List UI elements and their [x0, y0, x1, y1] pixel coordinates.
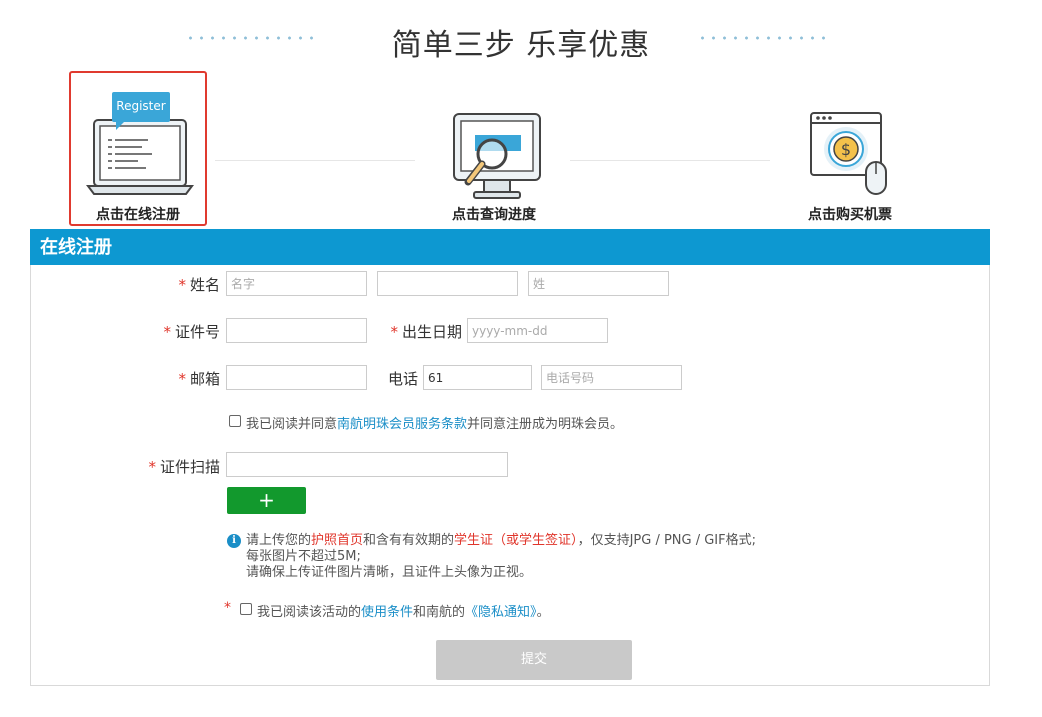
step-connector — [570, 160, 770, 161]
email-input[interactable] — [226, 365, 367, 390]
usage-terms-link[interactable]: 使用条件 — [361, 605, 413, 620]
agree-terms-checkbox[interactable] — [240, 603, 252, 615]
email-label: * 邮箱 — [178, 370, 220, 388]
birthdate-label: * 出生日期 — [390, 323, 462, 341]
country-code-input[interactable] — [423, 365, 532, 390]
id-number-input[interactable] — [226, 318, 367, 343]
step-label-query[interactable]: 点击查询进度 — [420, 204, 568, 224]
step-label-register: 点击在线注册 — [96, 207, 180, 223]
member-terms-link[interactable]: 南航明珠会员服务条款 — [337, 417, 467, 432]
phone-label: 电话 — [387, 370, 418, 388]
scan-file-field[interactable] — [226, 452, 508, 477]
register-badge: Register — [116, 99, 166, 113]
upload-instructions: 请上传您的护照首页和含有有效期的学生证（或学生签证），仅支持JPG / PNG … — [246, 533, 757, 580]
phone-input[interactable] — [541, 365, 682, 390]
svg-text:$: $ — [841, 140, 851, 159]
last-name-input[interactable] — [528, 271, 669, 296]
agree-member-checkbox[interactable] — [229, 415, 241, 427]
decorative-dots-right — [697, 36, 832, 40]
panel-title: 在线注册 — [30, 229, 990, 265]
add-scan-button[interactable]: + — [227, 487, 306, 514]
payment-window-icon: $ — [810, 112, 887, 195]
birthdate-input[interactable] — [467, 318, 608, 343]
privacy-notice-link[interactable]: 《隐私通知》 — [465, 605, 537, 620]
hero-title: 简单三步 乐享优惠 — [391, 28, 651, 63]
info-icon: i — [227, 534, 241, 548]
step-connector — [215, 160, 415, 161]
monitor-search-icon — [453, 113, 541, 199]
scan-label: * 证件扫描 — [148, 458, 220, 476]
name-label: * 姓名 — [178, 276, 220, 294]
required-mark: * — [224, 600, 231, 616]
middle-name-input[interactable] — [377, 271, 518, 296]
submit-button[interactable]: 提交 — [436, 640, 632, 680]
agree-member-text: 我已阅读并同意南航明珠会员服务条款并同意注册成为明珠会员。 — [246, 417, 624, 432]
agree-terms-text: 我已阅读该活动的使用条件和南航的《隐私通知》。 — [257, 605, 550, 620]
id-number-label: * 证件号 — [163, 323, 220, 341]
step-label-buy[interactable]: 点击购买机票 — [776, 204, 924, 224]
first-name-input[interactable] — [226, 271, 367, 296]
